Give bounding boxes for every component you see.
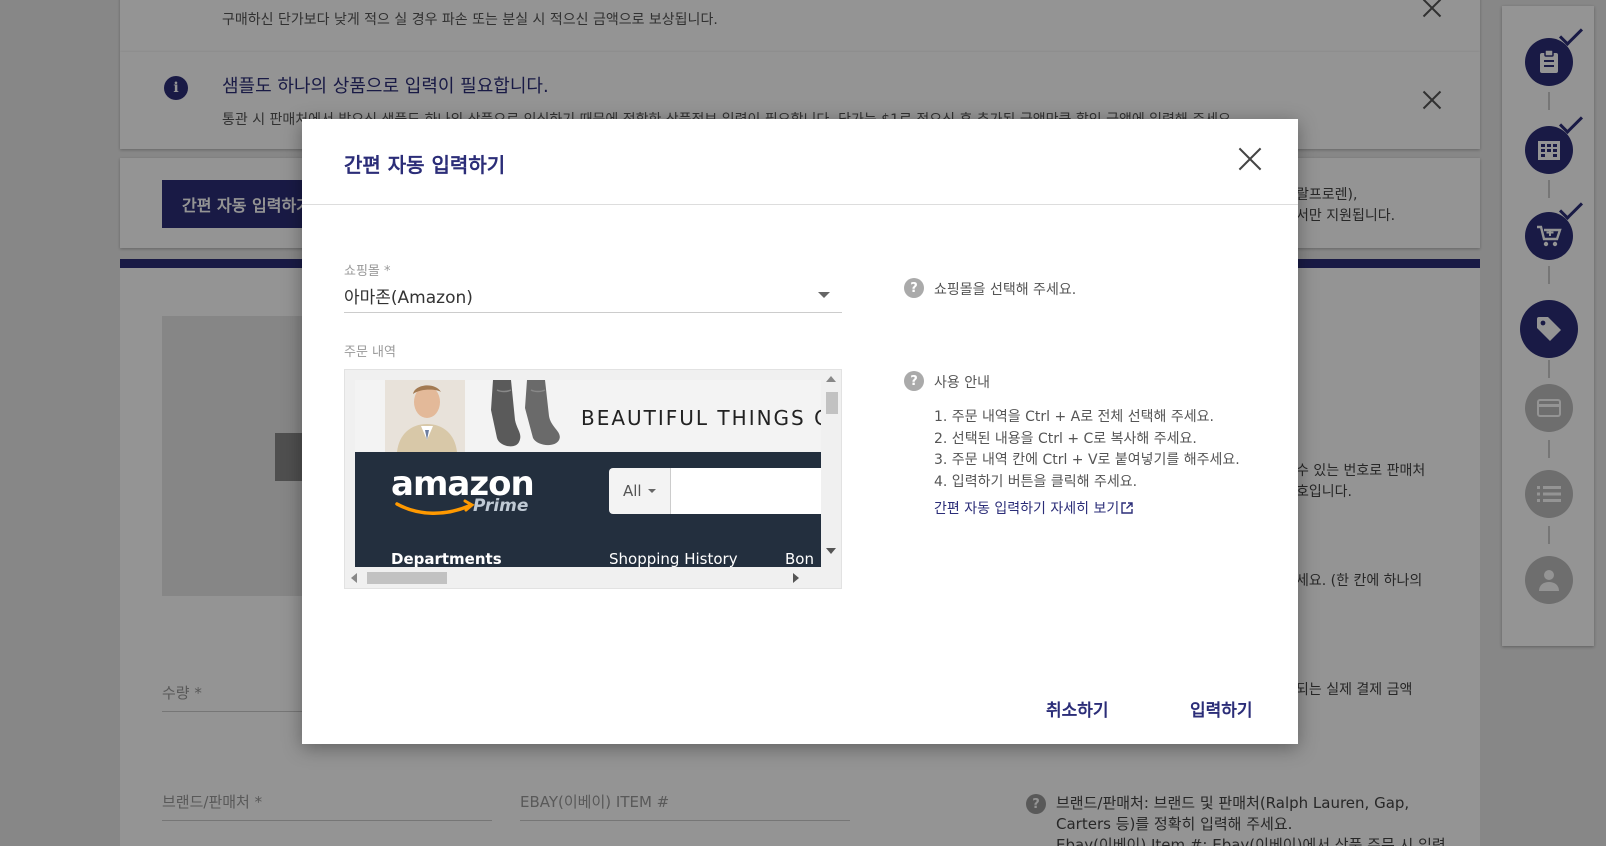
scroll-thumb[interactable]: [367, 572, 447, 584]
amazon-header: amazon Prime All Departments Shopping Hi…: [355, 452, 821, 567]
scroll-down-icon[interactable]: [826, 548, 836, 554]
guide-step: 3. 주문 내역 칸에 Ctrl + V로 붙여넣기를 해주세요.: [934, 452, 1240, 468]
guide-step: 2. 선택된 내용을 Ctrl + C로 복사해 주세요.: [934, 430, 1197, 447]
cancel-button[interactable]: 취소하기: [1046, 696, 1109, 721]
mall-selected-value: 아마존(Amazon): [344, 288, 473, 308]
order-history-input[interactable]: BEAUTIFUL THINGS C amazon Prime All Depa…: [344, 369, 842, 589]
chevron-down-icon: [647, 489, 656, 493]
guide-detail-link-label: 간편 자동 입력하기 자세히 보기: [934, 501, 1120, 517]
amazon-prime-label: Prime: [473, 496, 529, 516]
nav-shopping-history: Shopping History: [609, 550, 738, 567]
pasted-order-preview: BEAUTIFUL THINGS C amazon Prime All Depa…: [355, 380, 821, 567]
scroll-thumb[interactable]: [826, 392, 838, 414]
usage-guide-title: 사용 안내: [934, 375, 990, 391]
help-icon: ?: [904, 371, 924, 391]
external-link-icon: [1121, 502, 1133, 514]
nav-departments: Departments: [391, 550, 502, 567]
mall-help-text: 쇼핑몰을 선택해 주세요.: [934, 282, 1077, 298]
shoes-image: [491, 380, 560, 447]
promo-banner: BEAUTIFUL THINGS C: [355, 380, 821, 452]
nav-bon: Bon: [785, 550, 814, 567]
close-icon[interactable]: [1238, 147, 1262, 171]
horizontal-scrollbar[interactable]: [345, 568, 823, 588]
submit-button[interactable]: 입력하기: [1190, 696, 1253, 721]
order-label: 주문 내역: [344, 345, 396, 360]
dialog-header: 간편 자동 입력하기: [302, 119, 1298, 205]
scroll-right-icon[interactable]: [793, 573, 799, 583]
amazon-search-box: [671, 468, 821, 514]
auto-input-dialog: 간편 자동 입력하기 쇼핑몰 * 아마존(Amazon) 주문 내역 BEAUT…: [302, 119, 1298, 744]
mall-select[interactable]: 아마존(Amazon): [344, 277, 842, 313]
chevron-down-icon: [818, 292, 830, 298]
search-category-dropdown: All: [609, 468, 671, 514]
dialog-title: 간편 자동 입력하기: [344, 153, 506, 177]
vertical-scrollbar[interactable]: [821, 370, 841, 570]
scroll-left-icon[interactable]: [351, 573, 357, 583]
banner-text: BEAUTIFUL THINGS C: [581, 406, 821, 430]
scroll-up-icon[interactable]: [826, 376, 836, 382]
search-category-label: All: [623, 482, 642, 500]
guide-step: 4. 입력하기 버튼을 클릭해 주세요.: [934, 473, 1138, 490]
model-image: [385, 380, 465, 452]
guide-detail-link[interactable]: 간편 자동 입력하기 자세히 보기: [934, 498, 1133, 518]
help-icon: ?: [904, 278, 924, 298]
usage-guide-steps: 1. 주문 내역을 Ctrl + A로 전체 선택해 주세요. 2. 선택된 내…: [934, 407, 1240, 493]
guide-step: 1. 주문 내역을 Ctrl + A로 전체 선택해 주세요.: [934, 409, 1214, 425]
